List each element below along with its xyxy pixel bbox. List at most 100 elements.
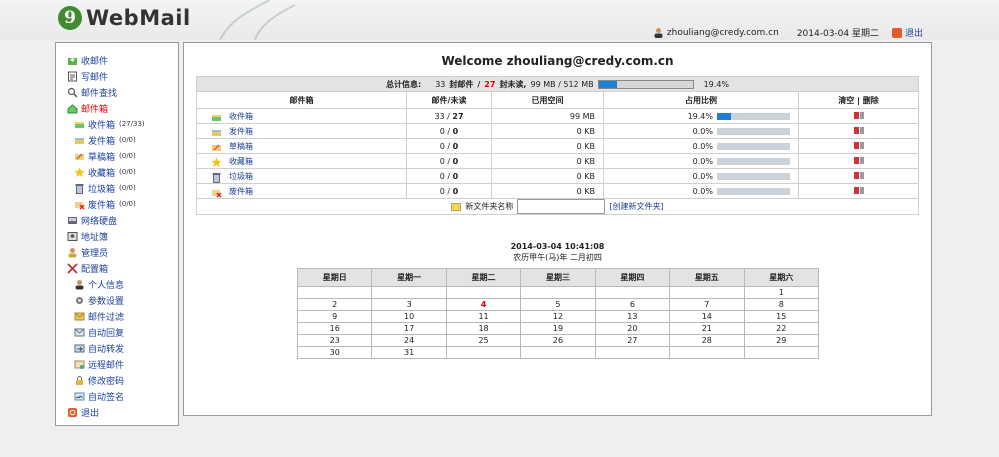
calendar-day[interactable]: 12: [520, 310, 596, 323]
calendar-day[interactable]: 30: [296, 346, 373, 359]
clear-icon[interactable]: [853, 141, 859, 149]
used-space-cell: 0 KB: [491, 183, 604, 199]
sidebar-item-label: 邮件查找: [81, 88, 118, 99]
sidebar-item[interactable]: 远程邮件: [67, 356, 178, 372]
sidebar-item[interactable]: 参数设置: [67, 292, 178, 308]
calendar-day[interactable]: 7: [669, 298, 745, 311]
sidebar-item[interactable]: 邮件箱: [67, 100, 178, 116]
calendar-day[interactable]: 2: [296, 298, 373, 311]
calendar-day[interactable]: 16: [296, 322, 373, 335]
sidebar-item[interactable]: 自动回复: [67, 324, 178, 340]
sidebar-item[interactable]: 个人信息: [67, 276, 178, 292]
sidebar-item[interactable]: 收邮件: [67, 52, 178, 68]
delete-icon[interactable]: [859, 186, 864, 194]
calendar-day[interactable]: 23: [296, 334, 373, 347]
delete-icon[interactable]: [859, 126, 864, 134]
folder-name-link[interactable]: 草稿箱: [229, 141, 253, 152]
calendar-day[interactable]: 26: [520, 334, 596, 347]
calendar-day[interactable]: 27: [594, 334, 671, 347]
mail-count: 33: [434, 111, 445, 121]
calendar-day[interactable]: 8: [743, 298, 820, 311]
sidebar-item-count: (0/0): [119, 184, 136, 192]
delete-icon[interactable]: [859, 111, 864, 119]
folder-name-link[interactable]: 收件箱: [229, 111, 253, 122]
calendar-day[interactable]: 14: [669, 310, 745, 323]
calendar-header-row: 星期日 星期一 星期二 星期三 星期四 星期五 星期六: [296, 268, 820, 287]
sidebar-item[interactable]: 地址簿: [67, 228, 178, 244]
delete-icon[interactable]: [859, 141, 864, 149]
sidebar-item-label: 发件箱: [88, 136, 116, 147]
calendar-day[interactable]: 6: [594, 298, 671, 311]
calendar-day[interactable]: 15: [743, 310, 820, 323]
calendar-day[interactable]: 21: [669, 322, 745, 335]
calendar-day[interactable]: 9: [296, 310, 373, 323]
clear-icon[interactable]: [853, 111, 859, 119]
calendar-day[interactable]: 17: [371, 322, 447, 335]
summary-usage-bar: [597, 79, 694, 89]
folder-name-link[interactable]: 废件箱: [229, 186, 253, 197]
calendar-day[interactable]: 18: [445, 322, 522, 335]
calendar-day[interactable]: 28: [669, 334, 745, 347]
calendar-day[interactable]: 3: [371, 298, 447, 311]
calendar-day[interactable]: 11: [445, 310, 522, 323]
logout-link[interactable]: 退出: [905, 26, 923, 39]
sidebar-item[interactable]: 修改密码: [67, 372, 178, 388]
folder-name-link[interactable]: 垃圾箱: [229, 171, 253, 182]
calendar-day[interactable]: 24: [371, 334, 447, 347]
calendar-day[interactable]: 22: [743, 322, 820, 335]
create-folder-link[interactable]: [创建新文件夹]: [609, 201, 663, 212]
sidebar-item[interactable]: 垃圾箱 (0/0): [67, 180, 178, 196]
clear-icon[interactable]: [853, 126, 859, 134]
sidebar-item[interactable]: 配置箱: [67, 260, 178, 276]
sidebar-item[interactable]: 管理员: [67, 244, 178, 260]
folder-name-link[interactable]: 发件箱: [229, 126, 253, 137]
calendar-day[interactable]: 5: [520, 298, 596, 311]
delete-icon[interactable]: [859, 171, 864, 179]
calendar-day[interactable]: 13: [594, 310, 671, 323]
delete-icon[interactable]: [859, 156, 864, 164]
clear-icon[interactable]: [853, 156, 859, 164]
calendar-week: 23 24 25 26 27 28 29: [296, 334, 820, 347]
summary-total: 33: [435, 79, 446, 89]
logout-icon[interactable]: [891, 27, 902, 38]
sidebar-item-label: 废件箱: [88, 200, 116, 211]
used-space-cell: 99 MB: [491, 108, 604, 124]
calendar-day[interactable]: 25: [445, 334, 522, 347]
calendar-day[interactable]: 29: [743, 334, 820, 347]
calendar-day[interactable]: 31: [371, 346, 447, 359]
calendar-day[interactable]: 1: [743, 286, 820, 299]
sidebar-item[interactable]: 草稿箱 (0/0): [67, 148, 178, 164]
sidebar-item[interactable]: 收藏箱 (0/0): [67, 164, 178, 180]
calendar-day[interactable]: 10: [371, 310, 447, 323]
calendar-day[interactable]: 20: [594, 322, 671, 335]
new-folder-row: 新文件夹名称 [创建新文件夹]: [196, 198, 919, 215]
clear-icon[interactable]: [853, 186, 859, 194]
user-icon: [654, 28, 663, 38]
sidebar-item[interactable]: 写邮件: [67, 68, 178, 84]
new-folder-input[interactable]: [517, 199, 606, 214]
sidebar-item[interactable]: 邮件查找: [67, 84, 178, 100]
calendar-day[interactable]: 19: [520, 322, 596, 335]
calendar-day[interactable]: 4: [445, 298, 522, 311]
table-row: 收件箱 33 / 27 99 MB 19.4%: [196, 108, 919, 124]
sidebar-item[interactable]: 收件箱 (27/33): [67, 116, 178, 132]
sidebar-item[interactable]: 网络硬盘: [67, 212, 178, 228]
clear-icon[interactable]: [853, 171, 859, 179]
sidebar-item[interactable]: 发件箱 (0/0): [67, 132, 178, 148]
sidebar-item[interactable]: 自动签名: [67, 388, 178, 404]
sidebar: 收邮件 写邮件 邮件查找 邮件箱 收件箱 (27/33) 发件箱 (0/0) 草稿箱 (0/0) 收…: [55, 42, 179, 426]
ratio-bar: [717, 142, 790, 150]
sidebar-item-count: (0/0): [119, 200, 136, 208]
sidebar-item[interactable]: 废件箱 (0/0): [67, 196, 178, 212]
calendar-day: [520, 346, 596, 359]
folder-name-link[interactable]: 收藏箱: [229, 156, 253, 167]
draft-icon: [211, 142, 221, 151]
sidebar-item[interactable]: 自动转发: [67, 340, 178, 356]
ratio-bar: [717, 157, 790, 165]
calendar-week: 9 10 11 12 13 14 15: [296, 310, 820, 323]
calendar-day: [445, 346, 522, 359]
sidebar-item[interactable]: 退出: [67, 404, 178, 420]
ratio-bar: [717, 112, 790, 120]
sidebar-item[interactable]: 邮件过滤: [67, 308, 178, 324]
table-row: 废件箱 0 / 00 KB 0.0%: [196, 183, 919, 199]
